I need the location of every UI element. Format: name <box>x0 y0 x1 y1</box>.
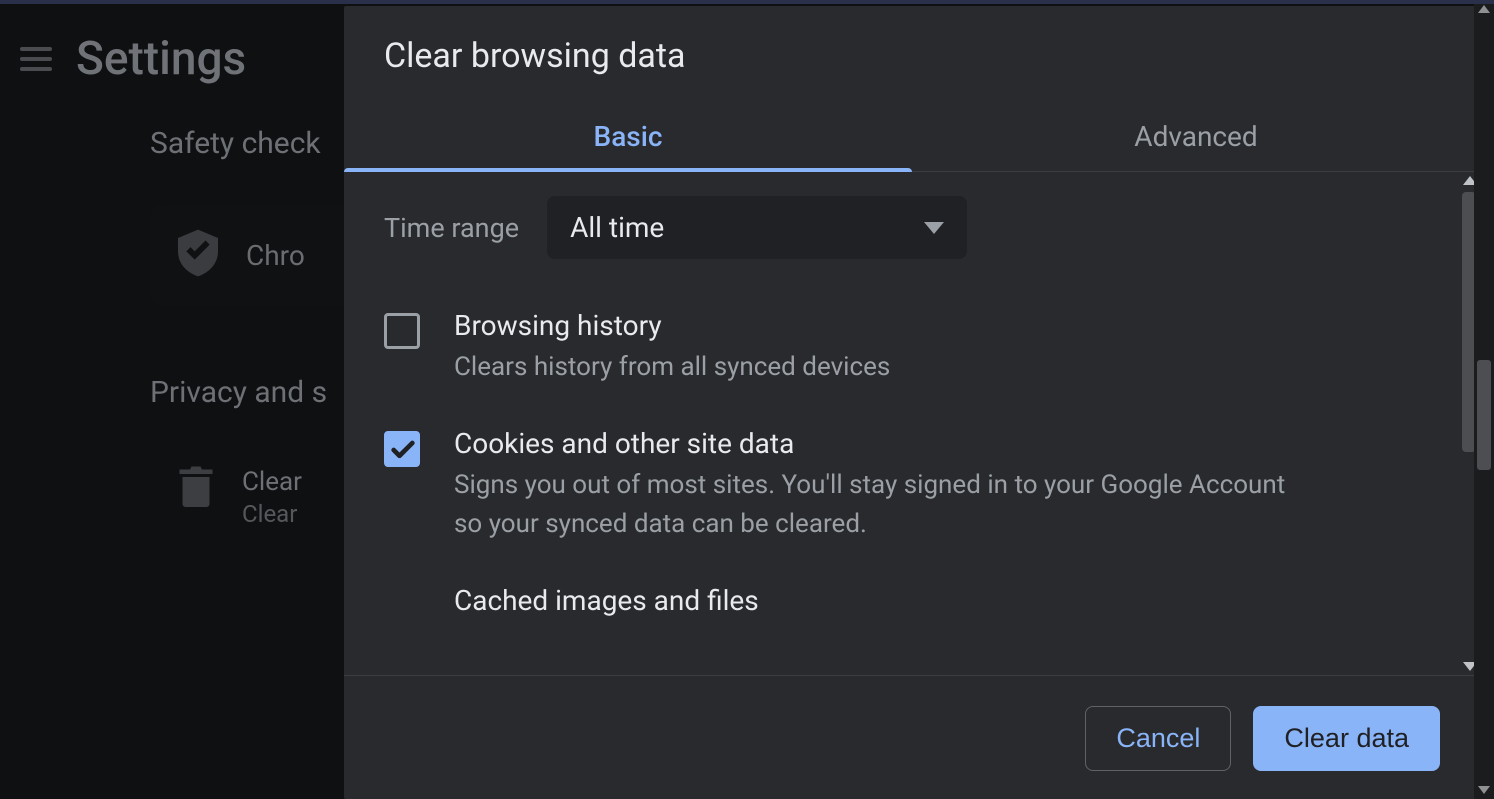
dialog-title: Clear browsing data <box>344 6 1480 106</box>
dialog-body: Time range All time Browsing history Cle… <box>344 172 1480 675</box>
tab-basic[interactable]: Basic <box>344 106 912 171</box>
chevron-down-icon <box>924 222 944 234</box>
window-top-accent <box>0 0 1494 4</box>
clear-text-1: Clear <box>242 464 302 500</box>
option-title: Cached images and files <box>454 584 759 617</box>
scroll-thumb[interactable] <box>1477 360 1491 470</box>
option-title: Cookies and other site data <box>454 427 1294 460</box>
hamburger-menu-icon[interactable] <box>20 47 52 71</box>
option-desc: Clears history from all synced devices <box>454 348 890 387</box>
clear-text-2: Clear <box>242 500 302 528</box>
page-scrollbar[interactable] <box>1474 0 1494 799</box>
dialog-tabs: Basic Advanced <box>344 106 1480 172</box>
option-cache: Cached images and files <box>384 568 1440 624</box>
time-range-select[interactable]: All time <box>547 196 967 259</box>
page-title: Settings <box>76 32 246 86</box>
option-desc: Signs you out of most sites. You'll stay… <box>454 466 1294 544</box>
time-range-value: All time <box>570 211 664 244</box>
cancel-button[interactable]: Cancel <box>1085 706 1231 771</box>
safety-check-text: Chro <box>246 239 305 272</box>
checkbox-browsing-history[interactable] <box>384 313 420 349</box>
trash-icon <box>178 464 214 512</box>
dialog-footer: Cancel Clear data <box>344 676 1480 799</box>
shield-icon <box>178 229 218 281</box>
scroll-up-icon[interactable] <box>1478 5 1490 13</box>
tab-advanced[interactable]: Advanced <box>912 106 1480 171</box>
checkbox-cookies[interactable] <box>384 431 420 467</box>
clear-browsing-data-dialog: Clear browsing data Basic Advanced Time … <box>344 6 1480 799</box>
option-browsing-history: Browsing history Clears history from all… <box>384 293 1440 411</box>
scroll-down-icon[interactable] <box>1478 786 1490 794</box>
option-cookies: Cookies and other site data Signs you ou… <box>384 411 1440 568</box>
option-title: Browsing history <box>454 309 890 342</box>
time-range-label: Time range <box>384 212 519 244</box>
clear-data-button[interactable]: Clear data <box>1253 706 1440 771</box>
